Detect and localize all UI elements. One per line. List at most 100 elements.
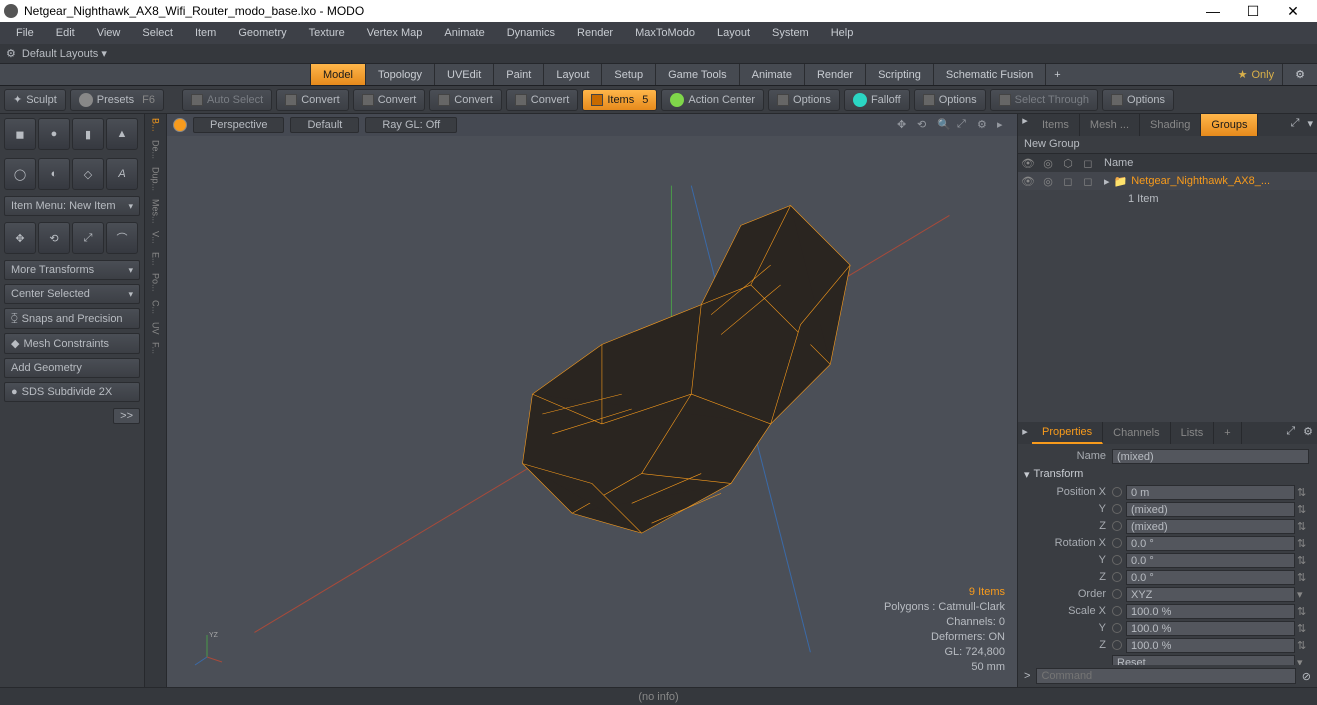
left-more-button[interactable]: >> xyxy=(113,408,140,424)
keyframe-icon[interactable] xyxy=(1112,589,1122,599)
command-input[interactable] xyxy=(1036,668,1295,684)
rot-z-field[interactable]: 0.0 ° xyxy=(1126,570,1295,585)
transform-section[interactable]: ▾Transform xyxy=(1018,465,1317,484)
rtab-expand-icon[interactable]: ⤢ xyxy=(1287,114,1304,136)
keyframe-icon[interactable] xyxy=(1112,572,1122,582)
transform-scale-icon[interactable]: ⤢ xyxy=(72,222,104,254)
vstrip-polygon[interactable]: Po... xyxy=(151,273,161,292)
tree-row[interactable]: 👁◎◻◻ ▸📁Netgear_Nighthawk_AX8_... xyxy=(1018,172,1317,190)
vstrip-deform[interactable]: De... xyxy=(151,140,161,159)
viewport-view-dropdown[interactable]: Perspective xyxy=(193,117,284,133)
autoselect-button[interactable]: Auto Select xyxy=(182,89,272,111)
close-button[interactable]: ✕ xyxy=(1273,3,1313,20)
prim-cube-icon[interactable]: ◼ xyxy=(4,118,36,150)
prop-name-field[interactable]: (mixed) xyxy=(1112,449,1309,464)
vp-zoom-icon[interactable]: 🔍 xyxy=(937,118,951,132)
tab-scripting[interactable]: Scripting xyxy=(865,64,933,85)
scl-y-field[interactable]: 100.0 % xyxy=(1126,621,1295,636)
only-toggle[interactable]: ★Only xyxy=(1230,64,1283,85)
rot-y-field[interactable]: 0.0 ° xyxy=(1126,553,1295,568)
more-transforms-button[interactable]: More Transforms▾ xyxy=(4,260,140,280)
tab-render[interactable]: Render xyxy=(804,64,865,85)
convert1-button[interactable]: Convert xyxy=(276,89,349,111)
add-geometry-button[interactable]: Add Geometry xyxy=(4,358,140,378)
menu-file[interactable]: File xyxy=(6,25,44,41)
command-clear-icon[interactable]: ⊘ xyxy=(1302,670,1311,683)
keyframe-icon[interactable] xyxy=(1112,640,1122,650)
falloff-button[interactable]: Falloff xyxy=(844,89,910,111)
pos-x-field[interactable]: 0 m xyxy=(1126,485,1295,500)
scl-x-field[interactable]: 100.0 % xyxy=(1126,604,1295,619)
prim-text-icon[interactable]: A xyxy=(106,158,138,190)
vp-move-icon[interactable]: ✥ xyxy=(897,118,911,132)
prim-sphere-icon[interactable]: ● xyxy=(38,118,70,150)
vp-gear-icon[interactable]: ⚙ xyxy=(977,118,991,132)
lock-icon[interactable]: ⬡ xyxy=(1058,157,1078,170)
layout-gear-icon[interactable]: ⚙ xyxy=(6,47,16,60)
rot-x-field[interactable]: 0.0 ° xyxy=(1126,536,1295,551)
tab-layout[interactable]: Layout xyxy=(543,64,601,85)
sds-subdivide-button[interactable]: ●SDS Subdivide 2X xyxy=(4,382,140,402)
options1-button[interactable]: Options xyxy=(768,89,840,111)
transform-bend-icon[interactable]: ⌒ xyxy=(106,222,138,254)
prim-cylinder-icon[interactable]: ▮ xyxy=(72,118,104,150)
pos-y-field[interactable]: (mixed) xyxy=(1126,502,1295,517)
rtab-chevron-icon[interactable]: ▸ xyxy=(1018,114,1032,136)
menu-select[interactable]: Select xyxy=(132,25,183,41)
vstrip-f[interactable]: F... xyxy=(151,342,161,354)
tab-gear-icon[interactable]: ⚙ xyxy=(1282,64,1317,85)
tab-gametools[interactable]: Game Tools xyxy=(655,64,739,85)
item-menu-dropdown[interactable]: Item Menu: New Item▾ xyxy=(4,196,140,216)
menu-animate[interactable]: Animate xyxy=(434,25,494,41)
spinner-icon[interactable]: ⇅ xyxy=(1297,622,1311,635)
snaps-button[interactable]: ⧲Snaps and Precision xyxy=(4,308,140,329)
ptab-properties[interactable]: Properties xyxy=(1032,422,1103,444)
dropdown-icon[interactable]: ▾ xyxy=(1297,656,1311,666)
rtab-mesh[interactable]: Mesh ... xyxy=(1080,114,1140,136)
tab-paint[interactable]: Paint xyxy=(493,64,543,85)
transform-move-icon[interactable]: ✥ xyxy=(4,222,36,254)
prim-torus-icon[interactable]: ◯ xyxy=(4,158,36,190)
menu-texture[interactable]: Texture xyxy=(299,25,355,41)
vstrip-vertex[interactable]: V... xyxy=(151,231,161,244)
menu-item[interactable]: Item xyxy=(185,25,226,41)
tab-topology[interactable]: Topology xyxy=(365,64,434,85)
keyframe-icon[interactable] xyxy=(1112,504,1122,514)
viewport-shade-dropdown[interactable]: Default xyxy=(290,117,359,133)
convert2-button[interactable]: Convert xyxy=(353,89,426,111)
tab-add[interactable]: + xyxy=(1045,64,1068,85)
select-icon[interactable]: ◻ xyxy=(1078,157,1098,170)
actioncenter-button[interactable]: Action Center xyxy=(661,89,764,111)
spinner-icon[interactable]: ⇅ xyxy=(1297,486,1311,499)
ptab-expand-icon[interactable]: ⤢ xyxy=(1282,422,1299,444)
prim-plane-icon[interactable]: ◇ xyxy=(72,158,104,190)
keyframe-icon[interactable] xyxy=(1112,623,1122,633)
vstrip-edge[interactable]: E... xyxy=(151,252,161,266)
ptab-chevron-icon[interactable]: ▸ xyxy=(1018,422,1032,444)
rtab-shading[interactable]: Shading xyxy=(1140,114,1201,136)
layout-dropdown[interactable]: Default Layouts ▾ xyxy=(22,47,107,60)
tab-model[interactable]: Model xyxy=(310,64,365,85)
menu-view[interactable]: View xyxy=(87,25,131,41)
scl-z-field[interactable]: 100.0 % xyxy=(1126,638,1295,653)
spinner-icon[interactable]: ⇅ xyxy=(1297,537,1311,550)
vstrip-uv[interactable]: UV xyxy=(151,322,161,335)
prim-teapot-icon[interactable]: ◐ xyxy=(38,158,70,190)
menu-vertexmap[interactable]: Vertex Map xyxy=(357,25,433,41)
chevron-right-icon[interactable]: ▸ xyxy=(1104,175,1110,188)
menu-geometry[interactable]: Geometry xyxy=(228,25,296,41)
ptab-channels[interactable]: Channels xyxy=(1103,422,1170,444)
transform-rotate-icon[interactable]: ⟲ xyxy=(38,222,70,254)
tab-setup[interactable]: Setup xyxy=(601,64,655,85)
keyframe-icon[interactable] xyxy=(1112,606,1122,616)
rtab-groups[interactable]: Groups xyxy=(1201,114,1258,136)
menu-edit[interactable]: Edit xyxy=(46,25,85,41)
dropdown-icon[interactable]: ▾ xyxy=(1297,588,1311,601)
center-selected-button[interactable]: Center Selected▾ xyxy=(4,284,140,304)
command-chevron-icon[interactable]: > xyxy=(1024,670,1030,682)
tree-body[interactable] xyxy=(1018,208,1317,422)
vstrip-duplicate[interactable]: Dup... xyxy=(151,167,161,191)
ptab-gear-icon[interactable]: ⚙ xyxy=(1299,422,1317,444)
camera-icon[interactable]: ◎ xyxy=(1038,157,1058,170)
pos-z-field[interactable]: (mixed) xyxy=(1126,519,1295,534)
